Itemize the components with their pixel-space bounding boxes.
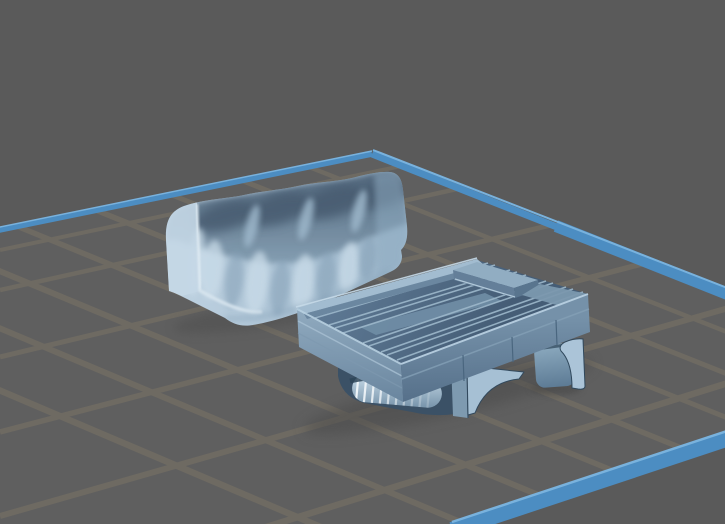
tarp-left-face [165, 202, 200, 296]
3d-viewport[interactable] [0, 0, 725, 524]
scene-canvas [0, 149, 725, 524]
